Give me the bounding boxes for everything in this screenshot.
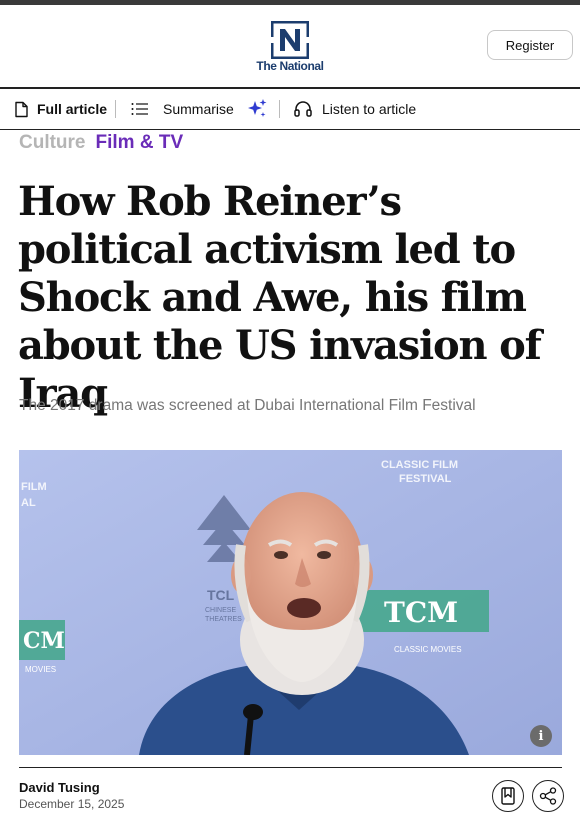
logo-mark-icon — [271, 21, 309, 59]
site-header: The National Register — [0, 5, 580, 89]
backdrop-tcm-logo: CM — [23, 628, 65, 654]
toolbar-divider — [279, 100, 280, 118]
backdrop-text: THEATRES — [205, 616, 242, 623]
backdrop-text: FESTIVAL — [399, 473, 452, 485]
breadcrumb-subsection-link[interactable]: Film & TV — [96, 132, 184, 156]
full-article-tab[interactable]: Full article — [14, 89, 107, 129]
backdrop-text: CLASSIC MOVIES — [394, 645, 462, 654]
logo-wordmark: The National — [256, 59, 324, 73]
toolbar-divider — [115, 100, 116, 118]
article-date: December 15, 2025 — [19, 797, 125, 811]
backdrop-text: CHINESE — [205, 607, 236, 614]
listen-label: Listen to article — [322, 101, 417, 117]
summarise-tab[interactable]: Summarise — [131, 89, 268, 129]
backdrop-text: FILM — [21, 481, 47, 493]
share-button[interactable] — [532, 780, 564, 812]
full-article-label: Full article — [37, 101, 108, 117]
bookmark-button[interactable] — [492, 780, 524, 812]
article-hero-image[interactable]: CLASSIC FILM FESTIVAL FILM AL TCM CLASSI… — [19, 450, 562, 755]
document-icon — [15, 101, 28, 117]
backdrop-tcm-logo: TCM — [384, 596, 458, 629]
article-author[interactable]: David Tusing — [19, 780, 100, 795]
breadcrumb: Culture Film & TV — [19, 132, 183, 156]
article-headline: How Rob Reiner’s political activism led … — [18, 178, 542, 417]
breadcrumb-section-link[interactable]: Culture — [19, 132, 86, 156]
byline-divider — [19, 767, 562, 768]
site-logo[interactable]: The National — [251, 21, 329, 73]
register-button[interactable]: Register — [487, 30, 573, 60]
bookmark-icon — [501, 787, 515, 805]
share-icon — [539, 787, 557, 805]
summarise-label: Summarise — [163, 101, 234, 117]
image-info-button[interactable]: i — [530, 725, 552, 747]
article-subheadline: The 2017 drama was screened at Dubai Int… — [19, 397, 476, 414]
list-icon — [131, 103, 148, 115]
listen-to-article-tab[interactable]: Listen to article — [294, 89, 416, 129]
article-toolbar: Full article Summarise Listen to article — [0, 89, 580, 130]
backdrop-text: AL — [21, 497, 36, 509]
backdrop-text: MOVIES — [25, 665, 56, 674]
backdrop-text: TCL — [207, 587, 235, 603]
hero-photo: CLASSIC FILM FESTIVAL FILM AL TCM CLASSI… — [19, 450, 562, 755]
backdrop-text: CLASSIC FILM — [381, 459, 458, 471]
sparkle-icon — [247, 99, 267, 117]
headphones-icon — [294, 101, 312, 117]
